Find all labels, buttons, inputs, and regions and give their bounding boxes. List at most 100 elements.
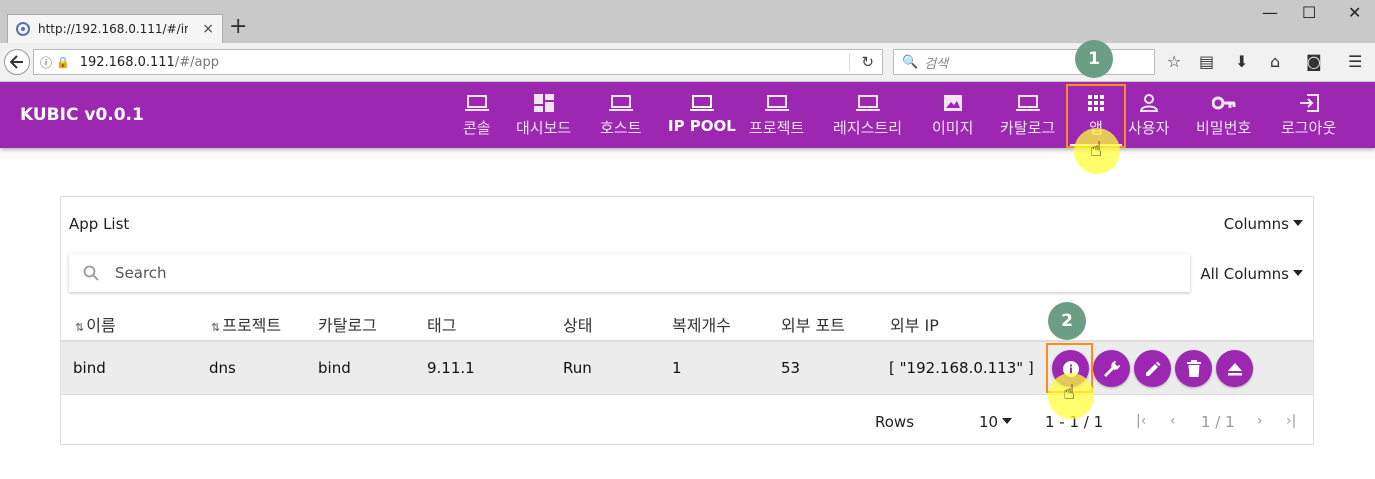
home-icon[interactable]: ⌂	[1270, 52, 1280, 71]
rows-value: 10	[979, 413, 999, 431]
cell-project: dns	[209, 359, 236, 377]
table-row[interactable]: bind dns bind 9.11.1 Run 1 53 [ "192.168…	[61, 342, 1313, 395]
image-icon	[943, 92, 963, 114]
nav-label: 대시보드	[516, 119, 572, 137]
laptop-icon	[464, 92, 489, 114]
app-brand[interactable]: KUBIC v0.0.1	[20, 105, 144, 125]
search-icon: 🔍	[902, 54, 919, 70]
nav-label: 이미지	[932, 119, 974, 137]
nav-label: 비밀번호	[1196, 119, 1252, 137]
step-badge: 1	[1075, 40, 1113, 78]
eject-button[interactable]	[1216, 350, 1253, 387]
edit-button[interactable]	[1134, 350, 1171, 387]
column-header-tag[interactable]: 태그	[427, 312, 456, 336]
configure-button[interactable]	[1093, 350, 1130, 387]
column-header-external-ip[interactable]: 외부 IP	[890, 312, 939, 336]
columns-dropdown[interactable]: Columns	[1224, 215, 1303, 233]
nav-item-registry[interactable]: 레지스트리	[833, 92, 902, 142]
column-header-name[interactable]: ⇅ 이름	[75, 312, 116, 336]
insecure-lock-icon[interactable]: 🔒	[56, 56, 70, 69]
table-search	[69, 254, 1190, 292]
nav-item-host[interactable]: 호스트	[600, 92, 641, 142]
close-window-button[interactable]: ✕	[1348, 3, 1361, 22]
back-button[interactable]	[4, 49, 30, 75]
hand-cursor-icon: ☝	[1090, 137, 1103, 161]
prev-page-button[interactable]: ‹	[1170, 413, 1176, 429]
column-header-status[interactable]: 상태	[563, 312, 592, 336]
header-label: 복제개수	[672, 316, 731, 335]
key-icon	[1211, 92, 1236, 114]
next-page-button[interactable]: ›	[1257, 413, 1263, 429]
tab-close-icon[interactable]: ×	[202, 21, 214, 37]
nav-item-image[interactable]: 이미지	[932, 92, 973, 142]
sort-icon: ⇅	[211, 321, 221, 334]
nav-item-users[interactable]: 사용자	[1128, 92, 1169, 142]
browser-search-placeholder: 검색	[924, 56, 949, 72]
url-path: /#/app	[174, 54, 219, 70]
search-input[interactable]	[115, 264, 1015, 282]
cell-status: Run	[563, 359, 592, 377]
nav-item-catalog[interactable]: 카탈로그	[1000, 92, 1055, 142]
all-columns-label: All Columns	[1200, 265, 1289, 283]
header-label: 프로젝트	[222, 316, 282, 335]
nav-item-dashboard[interactable]: 대시보드	[516, 92, 571, 142]
column-header-replicas[interactable]: 복제개수	[672, 312, 731, 336]
nav-item-password[interactable]: 비밀번호	[1196, 92, 1251, 142]
cell-replicas: 1	[672, 359, 682, 377]
step-badge: 2	[1048, 302, 1086, 340]
favicon-icon	[16, 22, 30, 36]
hamburger-menu-icon[interactable]: ☰	[1348, 52, 1362, 71]
hand-cursor-icon: ☝	[1063, 380, 1076, 404]
cell-external-port: 53	[781, 359, 801, 377]
url-text: 192.168.0.111/#/app	[80, 55, 219, 70]
url-host: 192.168.0.111	[79, 54, 175, 70]
column-header-external-port[interactable]: 외부 포트	[781, 312, 845, 336]
browser-search-field[interactable]: 🔍 검색	[893, 49, 1155, 75]
last-page-button[interactable]: ›|	[1286, 413, 1296, 429]
caret-down-icon	[1293, 220, 1303, 226]
nav-label: 카탈로그	[1000, 119, 1056, 137]
new-tab-button[interactable]: +	[229, 16, 247, 38]
table-header: ⇅ 이름 ⇅ 프로젝트 카탈로그 태그 상태 복제개수 외부 포트 외부 IP	[61, 305, 1313, 342]
table-footer: Rows 10 1 - 1 / 1 |‹ ‹ 1 / 1 › ›|	[61, 397, 1313, 445]
maximize-button[interactable]: ☐	[1302, 3, 1316, 22]
browser-tab-bar: http://192.168.0.111/#/imag × + — ☐ ✕	[0, 0, 1375, 43]
nav-label: 레지스트리	[833, 119, 903, 137]
cell-catalog: bind	[318, 359, 351, 377]
card-title: App List	[69, 215, 130, 233]
nav-item-ip-pool[interactable]: IP POOL	[668, 92, 736, 142]
header-label: 상태	[563, 316, 593, 335]
column-header-catalog[interactable]: 카탈로그	[318, 312, 377, 336]
arrow-left-icon	[10, 55, 23, 69]
info-circle-icon[interactable]: ⓘ	[40, 54, 52, 71]
nav-item-console[interactable]: 콘솔	[463, 92, 491, 142]
edit-icon	[1145, 361, 1160, 376]
nav-label: 로그아웃	[1281, 119, 1337, 137]
nav-item-logout[interactable]: 로그아웃	[1281, 92, 1336, 142]
browser-tab[interactable]: http://192.168.0.111/#/imag ×	[7, 14, 223, 43]
header-label: 카탈로그	[318, 316, 377, 335]
logout-icon	[1299, 92, 1319, 114]
delete-button[interactable]	[1175, 350, 1212, 387]
minimize-button[interactable]: —	[1262, 3, 1278, 22]
reading-list-icon[interactable]: ▤	[1199, 52, 1214, 71]
nav-label: 사용자	[1128, 119, 1170, 137]
nav-label: 프로젝트	[749, 119, 805, 137]
page-indicator: 1 / 1	[1201, 413, 1235, 431]
person-icon	[1139, 92, 1158, 114]
bookmark-star-icon[interactable]: ☆	[1167, 52, 1181, 71]
tab-title: http://192.168.0.111/#/imag	[38, 22, 188, 36]
column-header-project[interactable]: ⇅ 프로젝트	[211, 312, 281, 336]
nav-item-project[interactable]: 프로젝트	[749, 92, 804, 142]
laptop-icon	[764, 92, 789, 114]
rows-label: Rows	[875, 413, 915, 431]
all-columns-dropdown[interactable]: All Columns	[1200, 265, 1303, 283]
rows-per-page-select[interactable]: 10	[979, 413, 1013, 431]
header-label: 태그	[427, 316, 457, 335]
first-page-button[interactable]: |‹	[1136, 413, 1146, 429]
laptop-icon	[855, 92, 880, 114]
address-bar[interactable]: ⓘ 🔒 192.168.0.111/#/app ↻	[33, 49, 883, 75]
reload-icon[interactable]: ↻	[861, 53, 874, 71]
download-icon[interactable]: ⬇	[1235, 52, 1248, 71]
pocket-icon[interactable]: ◙	[1306, 52, 1322, 71]
